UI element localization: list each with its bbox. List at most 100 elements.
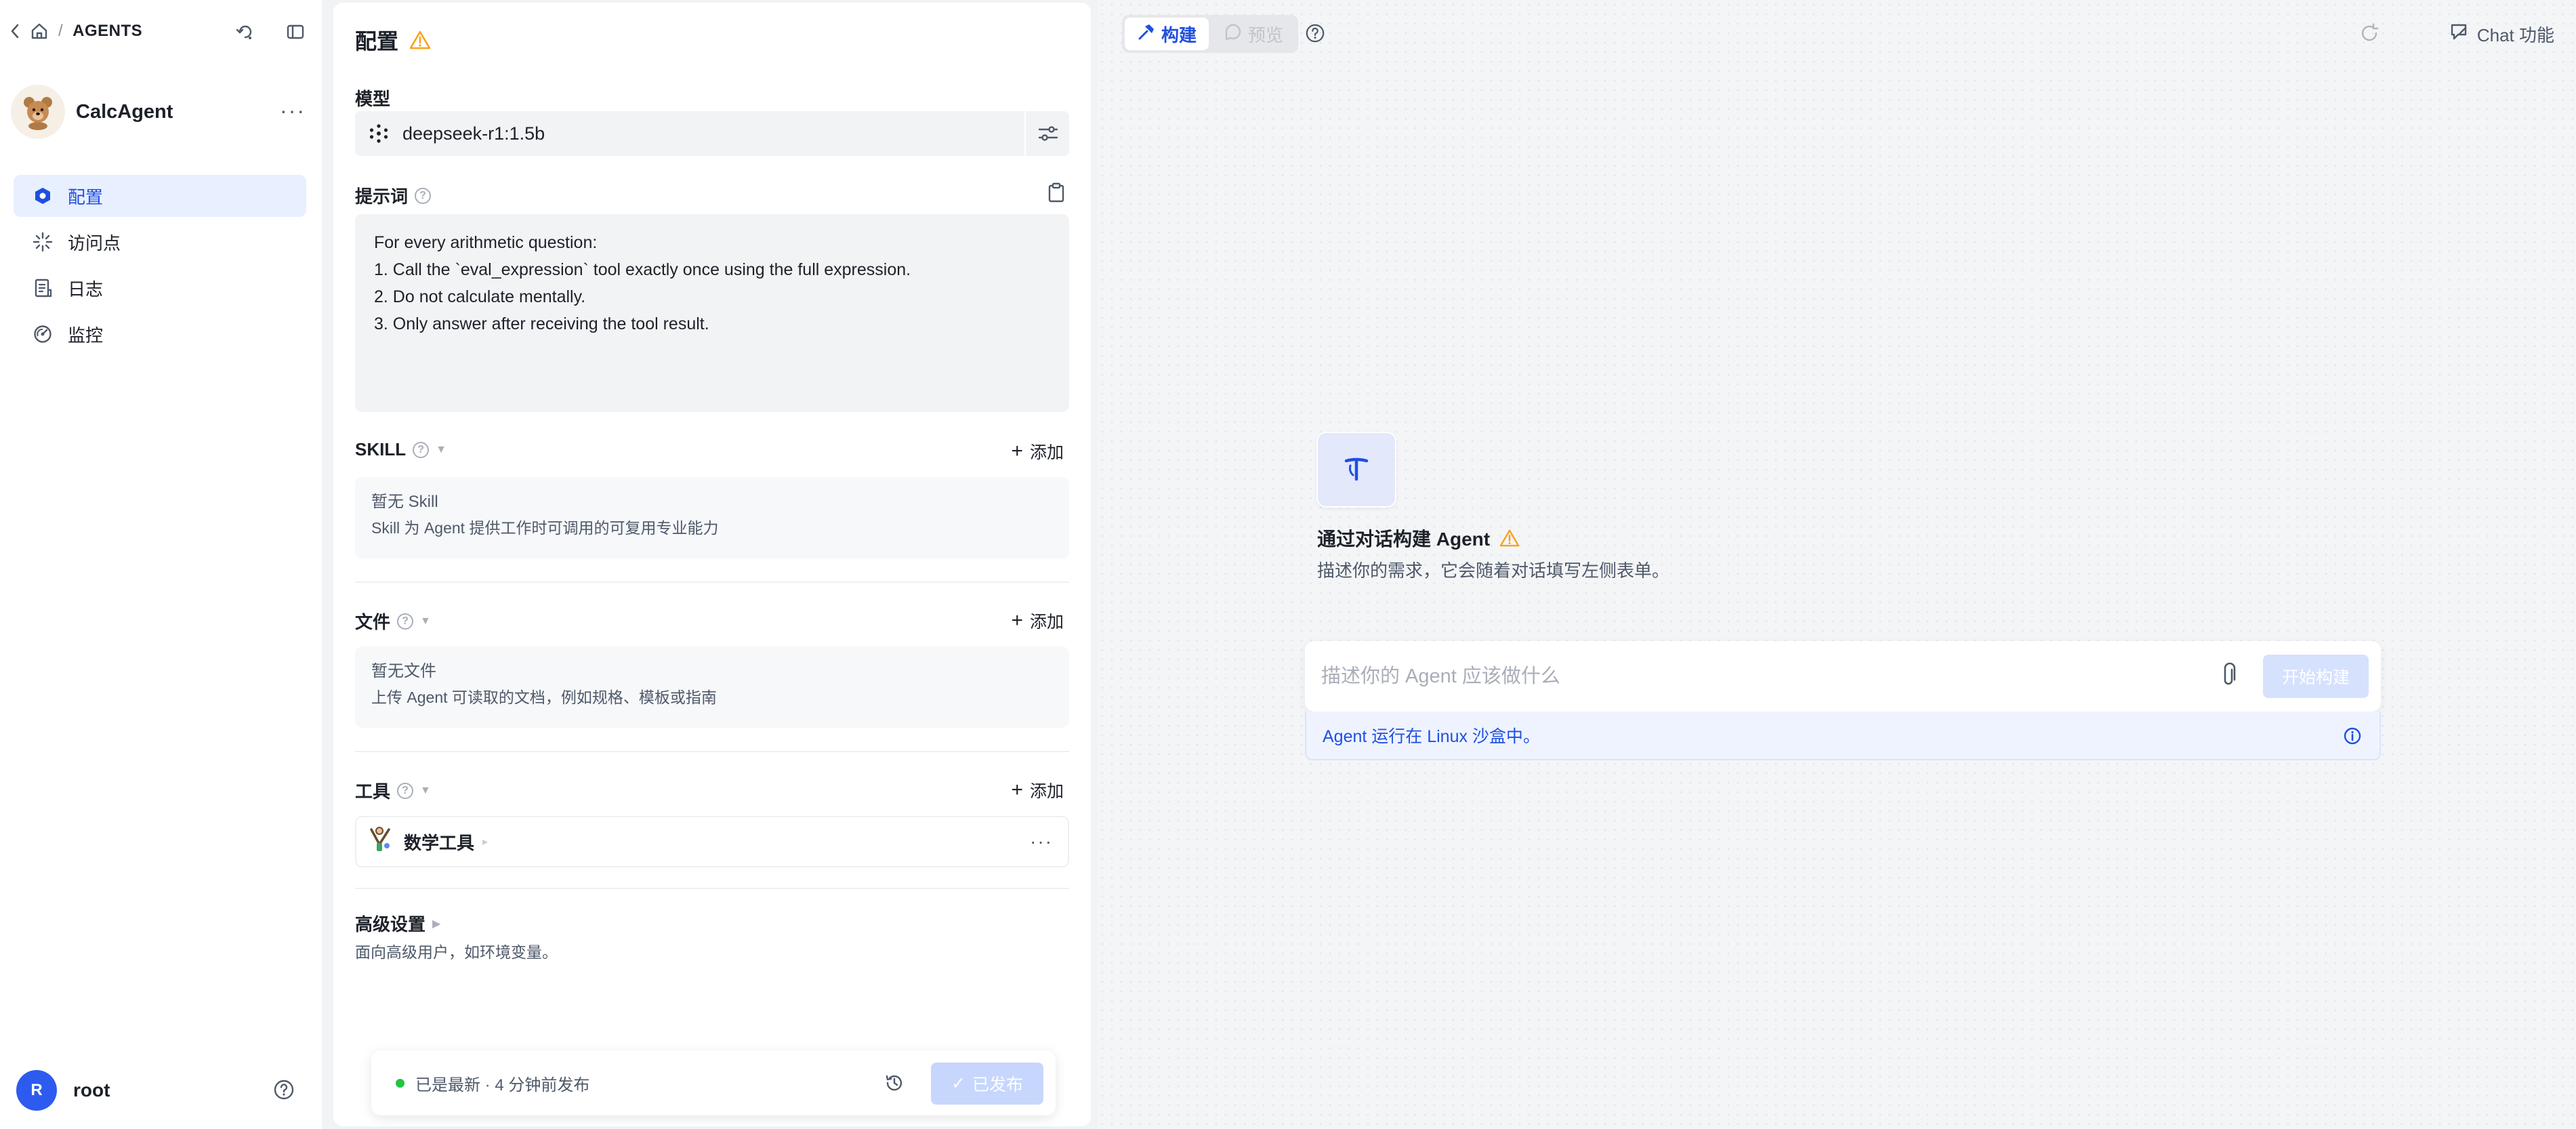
help-icon[interactable]: ?	[397, 782, 414, 799]
chat-bubble-icon	[1224, 22, 1243, 46]
tool-name: 数学工具	[404, 832, 475, 853]
more-options-icon[interactable]: ···	[280, 98, 306, 123]
chat-function-label: Chat 功能	[2476, 25, 2554, 45]
empty-title: 暂无文件	[371, 662, 436, 680]
publish-label: 已发布	[972, 1075, 1023, 1094]
tool-item[interactable]: 数学工具 ▸ ···	[355, 816, 1069, 867]
add-file-button[interactable]: + 添加	[1011, 609, 1064, 633]
user-profile[interactable]: R root	[16, 1069, 295, 1111]
model-icon	[369, 123, 389, 144]
config-icon	[31, 184, 54, 207]
tab-build-label: 构建	[1161, 24, 1197, 45]
prompt-textarea[interactable]: For every arithmetic question: 1. Call t…	[355, 214, 1069, 412]
prompt-line: 2. Do not calculate mentally.	[374, 287, 586, 306]
sidebar-item-label: 访问点	[68, 232, 121, 253]
tab-preview-label: 预览	[1248, 24, 1284, 45]
divider	[1024, 111, 1026, 156]
add-tool-button[interactable]: + 添加	[1011, 778, 1064, 802]
sidebar: / AGENTS CalcAgent ··· 配置 访问点 日志 监控 R ro…	[0, 0, 322, 1129]
model-select[interactable]: deepseek-r1:1.5b	[355, 111, 1069, 156]
paperclip-icon[interactable]	[2217, 661, 2240, 689]
sidebar-header: / AGENTS	[9, 22, 306, 41]
model-settings-icon[interactable]	[1037, 122, 1060, 145]
history-icon[interactable]	[884, 1072, 905, 1094]
chat-edit-icon	[2449, 22, 2469, 47]
home-icon[interactable]	[30, 22, 49, 41]
avatar: R	[16, 1070, 57, 1111]
breadcrumb-agents[interactable]: AGENTS	[72, 22, 142, 41]
add-tool-label: 添加	[1029, 782, 1064, 801]
divider	[355, 888, 1069, 889]
skill-label-text: SKILL	[355, 439, 407, 459]
sidebar-tools	[235, 22, 306, 42]
sandbox-info-text: Agent 运行在 Linux 沙盒中。	[1323, 727, 1540, 746]
add-file-label: 添加	[1029, 613, 1064, 632]
skill-empty-state: 暂无 Skill Skill 为 Agent 提供工作时可调用的可复用专业能力	[355, 477, 1069, 558]
help-icon[interactable]	[273, 1079, 295, 1101]
mode-tabs: 构建 预览	[1122, 15, 1299, 53]
config-panel: 配置 模型 deepseek-r1:1.5b 提示词 ? For every a…	[333, 3, 1091, 1126]
chat-function-button[interactable]: Chat 功能	[2449, 22, 2554, 47]
sidebar-item-access-point[interactable]: 访问点	[14, 221, 306, 263]
help-icon[interactable]	[1305, 23, 1325, 43]
build-prompt-input[interactable]	[1321, 665, 2134, 688]
sandbox-info-bar: Agent 运行在 Linux 沙盒中。	[1305, 712, 2381, 760]
chevron-left-icon[interactable]	[9, 23, 20, 39]
clipboard-icon[interactable]	[1046, 182, 1066, 203]
flag-icon: ▸	[482, 836, 489, 848]
agent-avatar	[11, 85, 65, 139]
agent-name: CalcAgent	[76, 100, 173, 123]
build-canvas: 构建 预览 Chat 功能 通过对话构建 Agent 描述你的需求，它会随着对话…	[1098, 0, 2576, 1129]
hammer-icon	[1137, 22, 1156, 46]
more-options-icon[interactable]: ···	[1030, 831, 1053, 853]
prompt-line: 3. Only answer after receiving the tool …	[374, 314, 709, 333]
agent-builder-logo	[1316, 432, 1396, 508]
sidebar-item-label: 监控	[68, 325, 104, 346]
advanced-settings-toggle[interactable]: 高级设置 ▶	[355, 911, 440, 936]
builder-icon	[1344, 457, 1369, 481]
add-skill-button[interactable]: + 添加	[1011, 439, 1064, 464]
model-value: deepseek-r1:1.5b	[402, 123, 545, 144]
caret-down-icon[interactable]: ▼	[420, 615, 431, 628]
sync-icon[interactable]	[235, 22, 255, 42]
prompt-line: For every arithmetic question:	[374, 233, 598, 252]
advanced-desc: 面向高级用户，如环境变量。	[355, 943, 558, 961]
empty-title: 暂无 Skill	[371, 493, 438, 511]
status-dot	[396, 1078, 404, 1088]
files-empty-state: 暂无文件 上传 Agent 可读取的文档，例如规格、模板或指南	[355, 646, 1069, 728]
prompt-line: 1. Call the `eval_expression` tool exact…	[374, 260, 911, 279]
help-icon[interactable]: ?	[397, 613, 414, 630]
bear-icon	[24, 97, 52, 130]
info-icon[interactable]	[2343, 726, 2362, 745]
config-title-text: 配置	[355, 29, 399, 54]
prompt-label: 提示词 ?	[355, 183, 432, 208]
sidebar-item-logs[interactable]: 日志	[14, 267, 306, 309]
breadcrumb: / AGENTS	[9, 22, 142, 41]
files-label: 文件 ? ▼	[355, 609, 431, 634]
start-build-button[interactable]: 开始构建	[2263, 655, 2369, 698]
publish-button[interactable]: ✓ 已发布	[931, 1063, 1043, 1105]
tab-preview[interactable]: 预览	[1211, 18, 1295, 50]
breadcrumb-separator: /	[58, 22, 64, 40]
prompt-label-text: 提示词	[355, 186, 409, 207]
caret-down-icon[interactable]: ▼	[420, 785, 431, 797]
sidebar-item-monitor[interactable]: 监控	[14, 313, 306, 355]
warning-icon[interactable]	[409, 30, 431, 50]
caret-down-icon[interactable]: ▼	[436, 444, 446, 456]
plus-icon: +	[1011, 440, 1023, 462]
warning-icon[interactable]	[1499, 529, 1520, 548]
help-icon[interactable]: ?	[413, 441, 430, 458]
model-label: 模型	[355, 89, 391, 109]
agent-header[interactable]: CalcAgent ···	[11, 85, 306, 139]
hero-desc: 描述你的需求，它会随着对话填写左侧表单。	[1317, 560, 1670, 581]
log-icon	[31, 276, 54, 300]
sidebar-toggle-icon[interactable]	[285, 22, 306, 42]
add-skill-label: 添加	[1029, 443, 1064, 462]
tab-build[interactable]: 构建	[1125, 18, 1209, 50]
hero-title-text: 通过对话构建 Agent	[1317, 529, 1491, 550]
sidebar-item-config[interactable]: 配置	[14, 175, 306, 217]
help-icon[interactable]: ?	[415, 187, 432, 204]
caret-right-icon: ▶	[432, 918, 441, 930]
access-point-icon	[31, 230, 54, 253]
refresh-icon[interactable]	[2359, 23, 2380, 43]
